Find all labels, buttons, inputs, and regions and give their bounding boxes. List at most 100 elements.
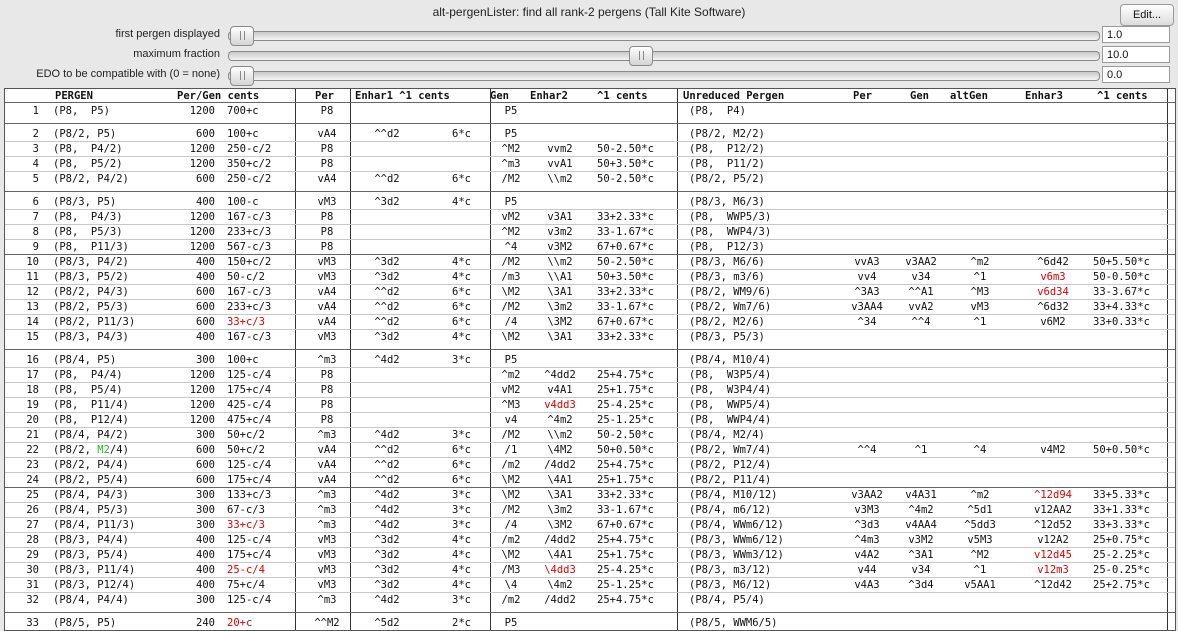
cell-per_c: 1200 — [189, 241, 215, 253]
cell-unred: (P8, P11/2) — [689, 158, 765, 170]
table-row[interactable]: 23 (P8/2, P4/4) 600 125-c/4 vA4 ^^d2 6*c/m2/4d… — [5, 458, 1175, 473]
row-divider — [5, 349, 1175, 350]
cell-uper: v44 — [857, 564, 877, 576]
cell-n: 1 — [32, 105, 39, 117]
slider-thumb[interactable] — [230, 26, 254, 46]
cell-gen_c: 175+c/4 — [227, 549, 272, 561]
cell-unred: (P8/2, P5/2) — [689, 173, 765, 185]
table-row[interactable]: 16 (P8/4, P5) 300 100+c ^m3 ^4d2 3*c P5 (P8/4, M… — [5, 353, 1175, 368]
table-row[interactable]: 19 (P8, P11/4) 1200 425-c/4 P8 ^M3 v4dd3 25-4.2… — [5, 398, 1175, 413]
cell-e1: ^^d2 — [374, 474, 400, 486]
edit-button[interactable]: Edit... — [1120, 4, 1174, 26]
table-row[interactable]: 27 (P8/4, P11/3) 300 33+c/3 ^m3 ^4d2 3*c/4 \3M2… — [5, 518, 1175, 533]
cell-pergen: (P8, P4/3) — [53, 211, 123, 223]
table-row[interactable]: 30 (P8/3, P11/4) 400 25-c/4 vM3 ^3d2 4*c/M3 \4d… — [5, 563, 1175, 578]
cell-per: P8 — [320, 211, 334, 223]
cell-e3: v12d45 — [1034, 549, 1072, 561]
cell-e1c: 4*c — [452, 534, 471, 546]
table-row[interactable]: 10 (P8/3, P4/2) 400 150+c/2 vM3 ^3d2 4*c/M2 \\m… — [5, 255, 1175, 270]
cell-pergen: (P8/3, P5) — [53, 196, 117, 208]
table-row[interactable]: 31 (P8/3, P12/4) 400 75+c/4 vM3 ^3d2 4*c \4 \4m2… — [5, 578, 1175, 593]
table-row[interactable]: 28 (P8/3, P4/4) 400 125-c/4 vM3 ^3d2 4*c/m2/4d… — [5, 533, 1175, 548]
cell-e1c: 6*c — [452, 128, 471, 140]
table-row[interactable]: 1 (P8, P5) 1200 700+c P8 P5 (P8, P4) — [5, 104, 1175, 119]
cell-per_c: 600 — [196, 316, 215, 328]
cell-e2c: 67+0.67*c — [597, 316, 654, 328]
slider-track[interactable] — [228, 26, 1100, 46]
cell-e2c: 50-2.50*c — [597, 256, 654, 268]
table-row[interactable]: 18 (P8, P5/4) 1200 175+c/4 P8 vM2 v4A1 25+1.75*… — [5, 383, 1175, 398]
table-row[interactable]: 15 (P8/3, P4/3) 400 167-c/3 vM3 ^3d2 4*c \M2 \3A… — [5, 330, 1175, 345]
cell-n: 2 — [32, 128, 39, 140]
slider-value-field[interactable]: 1.0 — [1102, 26, 1170, 43]
slider-thumb[interactable] — [629, 46, 653, 66]
column-header: ^1 cents — [1097, 90, 1148, 102]
cell-e1c: 4*c — [452, 579, 471, 591]
cell-e2c: 50+3.50*c — [597, 271, 654, 283]
cell-e1: ^^d2 — [374, 173, 400, 185]
cell-gen: /4 — [504, 519, 518, 531]
cell-e2: \3A1 — [547, 331, 573, 343]
cell-e2c: 25-1.25*c — [597, 579, 654, 591]
table-row[interactable]: 12 (P8/2, P4/3) 600 167-c/3 vA4 ^^d2 6*c \M2 \3A… — [5, 285, 1175, 300]
table-row[interactable]: 9 (P8, P11/3) 1200 567-c/3 P8 ^4 v3M2 67+0.67*c… — [5, 240, 1175, 255]
column-header: Gen — [910, 90, 929, 102]
cell-e2c: 33+2.33*c — [597, 331, 654, 343]
cell-per_c: 600 — [196, 128, 215, 140]
slider-value-field[interactable]: 10.0 — [1102, 46, 1170, 63]
cell-per_c: 600 — [196, 301, 215, 313]
cell-ugen: v34 — [911, 271, 931, 283]
table-row[interactable]: 21 (P8/4, P4/2) 300 50+c/2 ^m3 ^4d2 3*c/M2 \\m2… — [5, 428, 1175, 443]
table-row[interactable]: 22 (P8/2, M2/4) 600 50+c/2 vA4 ^^d2 6*c/1 \4M2 5… — [5, 443, 1175, 458]
table-row[interactable]: 7 (P8, P4/3) 1200 167-c/3 P8 vM2 v3A1 33+2.33*c… — [5, 210, 1175, 225]
cell-gen: P5 — [504, 354, 518, 366]
cell-n: 4 — [32, 158, 39, 170]
cell-gen_c: 100-c — [227, 196, 259, 208]
cell-gen_c: 33+c/3 — [227, 316, 265, 328]
cell-per: P8 — [320, 241, 334, 253]
cell-n: 20 — [26, 414, 39, 426]
cell-ugen: v3M2 — [908, 534, 934, 546]
cell-gen: /m2 — [501, 594, 521, 606]
cell-pergen: (P8/2, P4/2) — [53, 173, 129, 185]
table-row[interactable]: 13 (P8/2, P5/3) 600 233+c/3 vA4 ^^d2 6*c/M2 \3m… — [5, 300, 1175, 315]
table-row[interactable]: 4 (P8, P5/2) 1200 350+c/2 P8 ^m3 vvA1 50+3.50*c… — [5, 157, 1175, 172]
cell-gen_c: 33+c/3 — [227, 519, 265, 531]
table-row[interactable]: 32 (P8/4, P4/4) 300 125-c/4 ^m3 ^4d2 3*c/m2/4d… — [5, 593, 1175, 608]
table-row[interactable]: 11 (P8/3, P5/2) 400 50-c/2 vM3 ^3d2 4*c/m3 \\A1… — [5, 270, 1175, 285]
slider-thumb[interactable] — [230, 66, 254, 86]
cell-e3c: 25-0.25*c — [1093, 564, 1150, 576]
cell-gen: ^M2 — [501, 143, 521, 155]
table-row[interactable]: 17 (P8, P4/4) 1200 125-c/4 P8 ^m2 ^4dd2 25+4.75… — [5, 368, 1175, 383]
pergen-table[interactable]: PERGEN Per/Gen cents Per Enhar1 ^1 cents Gen… — [4, 88, 1176, 631]
cell-alt: v5M3 — [967, 534, 993, 546]
cell-unred: (P8/2, WM9/6) — [689, 286, 772, 298]
table-row[interactable]: 8 (P8, P5/3) 1200 233+c/3 P8 ^M2 v3m2 33-1.67*c… — [5, 225, 1175, 240]
table-row[interactable]: 14 (P8/2, P11/3) 600 33+c/3 vA4 ^^d2 6*c/4 \3M2… — [5, 315, 1175, 330]
table-row[interactable]: 3 (P8, P4/2) 1200 250-c/2 P8 ^M2 vvm2 50-2.50*c… — [5, 142, 1175, 157]
cell-alt: ^m2 — [970, 489, 990, 501]
cell-e3c: 25-2.25*c — [1093, 549, 1150, 561]
table-row[interactable]: 26 (P8/4, P5/3) 300 67-c/3 ^m3 ^4d2 3*c/M2 \3m2… — [5, 503, 1175, 518]
slider-track[interactable] — [228, 46, 1100, 66]
table-row[interactable]: 24 (P8/2, P5/4) 600 175+c/4 vA4 ^^d2 6*c \M2 \4A… — [5, 473, 1175, 488]
cell-e1: ^3d2 — [374, 196, 400, 208]
table-row[interactable]: 29 (P8/3, P5/4) 400 175+c/4 vM3 ^3d2 4*c \M2 \4A… — [5, 548, 1175, 563]
table-row[interactable]: 20 (P8, P12/4) 1200 475+c/4 P8 v4 ^4m2 25-1.25*… — [5, 413, 1175, 428]
cell-e1c: 6*c — [452, 286, 471, 298]
cell-pergen: (P8/3, P5/2) — [53, 271, 129, 283]
cell-unred: (P8/3, WWm6/12) — [689, 534, 784, 546]
table-row[interactable]: 25 (P8/4, P4/3) 300 133+c/3 ^m3 ^4d2 3*c \M2 \3A… — [5, 488, 1175, 503]
cell-gen: vM2 — [501, 384, 521, 396]
table-row[interactable]: 6 (P8/3, P5) 400 100-c vM3 ^3d2 4*c P5 (P8/3, M6… — [5, 195, 1175, 210]
cell-unred: (P8, WWP5/4) — [689, 399, 772, 411]
table-row[interactable]: 5 (P8/2, P4/2) 600 250-c/2 vA4 ^^d2 6*c/M2 \\m2… — [5, 172, 1175, 187]
cell-e2c: 33+2.33*c — [597, 211, 654, 223]
cell-e2c: 25+4.75*c — [597, 369, 654, 381]
table-row[interactable]: 2 (P8/2, P5) 600 100+c vA4 ^^d2 6*c P5 (P8/2, M2… — [5, 127, 1175, 142]
slider-track[interactable] — [228, 66, 1100, 86]
slider-maximum-fraction: maximum fraction 10.0 — [0, 46, 1178, 66]
cell-n: 11 — [26, 271, 39, 283]
slider-value-field[interactable]: 0.0 — [1102, 66, 1170, 83]
cell-gen_c: 100+c — [227, 128, 259, 140]
